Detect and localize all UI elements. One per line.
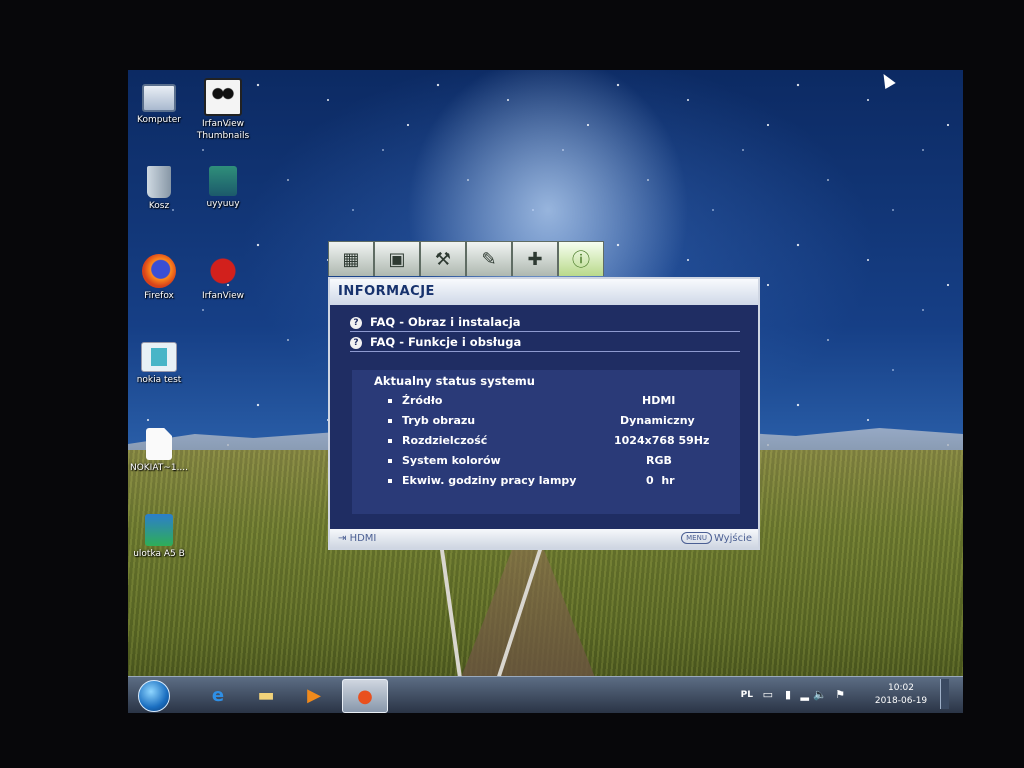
- status-value: Dynamiczny: [620, 414, 695, 427]
- osd-tab-image[interactable]: ▣: [374, 241, 420, 276]
- internet-explorer-icon: e: [211, 684, 225, 706]
- media-player-icon: ▶: [307, 684, 321, 706]
- image-tab-icon: ▣: [388, 248, 406, 270]
- info-tab-icon: ⓘ: [572, 250, 590, 271]
- desktop-icon-label: nokia test: [136, 375, 182, 385]
- desktop-icon-irfanview[interactable]: IrfanView: [190, 254, 256, 302]
- clock-date: 2018-06-19: [874, 696, 928, 706]
- status-row: Źródło HDMI: [388, 392, 738, 410]
- winrar-archive-icon: [209, 166, 237, 196]
- osd-tab-setup[interactable]: ⚒: [420, 241, 466, 276]
- faq-item-functions[interactable]: ? FAQ - Funkcje i obsługa: [350, 333, 740, 352]
- image-file-icon: [141, 342, 177, 372]
- document-file-icon: [145, 514, 173, 546]
- osd-exit-button[interactable]: MENU Wyjście: [681, 529, 752, 548]
- desktop-icon-irfanview-thumbnails[interactable]: IrfanView Thumbnails: [190, 78, 256, 142]
- irfanview-icon: [206, 254, 240, 288]
- input-source-icon: ⇥: [338, 533, 347, 544]
- bullet-icon: [388, 479, 392, 483]
- desktop-icon-label: IrfanView Thumbnails: [196, 119, 250, 141]
- picture-tab-icon: ▦: [342, 248, 360, 270]
- desktop-icon-uyyuuy[interactable]: uyyuuy: [190, 166, 256, 210]
- menu-key-icon: MENU: [681, 532, 712, 544]
- desktop-icon-label: Kosz: [148, 201, 170, 211]
- osd-source: ⇥ HDMI: [338, 529, 376, 548]
- settings-tab-icon: ✎: [481, 248, 497, 270]
- desktop-icon-ulotka[interactable]: ulotka A5 B: [126, 514, 192, 560]
- osd-tab-info[interactable]: ⓘ: [558, 241, 604, 276]
- status-label: Rozdzielczość: [402, 434, 488, 447]
- status-label: Ekwiw. godziny pracy lampy: [402, 474, 577, 487]
- firefox-icon: ●: [357, 685, 373, 707]
- desktop-icon-label: IrfanView: [201, 291, 245, 301]
- battery-icon[interactable]: ▮: [785, 688, 791, 701]
- setup-tab-icon: ⚒: [434, 248, 452, 270]
- desktop-icon-label: ulotka A5 B: [133, 549, 185, 559]
- status-value: 0 hr: [646, 474, 675, 487]
- desktop-icon-nokia-test[interactable]: nokia test: [126, 342, 192, 386]
- status-value: RGB: [646, 454, 672, 467]
- status-value: HDMI: [642, 394, 676, 407]
- show-desktop-button[interactable]: [940, 679, 949, 709]
- question-icon: ?: [350, 316, 362, 329]
- osd-footer: ⇥ HDMI MENU Wyjście: [330, 529, 758, 548]
- action-center-flag-icon[interactable]: ⚑: [835, 688, 845, 701]
- desktop-icon-kosz[interactable]: Kosz: [126, 166, 192, 212]
- network-signal-icon[interactable]: ▂: [801, 688, 809, 701]
- projector-osd-menu: INFORMACJE ? FAQ - Obraz i instalacja ? FA…: [328, 277, 760, 550]
- status-row: Tryb obrazu Dynamiczny: [388, 412, 738, 430]
- desktop-icon-firefox[interactable]: Firefox: [126, 254, 192, 302]
- desktop-icon-label: uyyuuy: [206, 199, 240, 209]
- blank-file-icon: [146, 428, 172, 460]
- osd-exit-label: Wyjście: [713, 533, 752, 544]
- faq-label: FAQ - Obraz i instalacja: [370, 315, 521, 329]
- desktop-icon-label: NOKIAT~1....: [129, 463, 189, 473]
- bullet-icon: [388, 439, 392, 443]
- irfanview-thumbnails-icon: [204, 78, 242, 116]
- recycle-bin-icon: [147, 166, 171, 198]
- bullet-icon: [388, 419, 392, 423]
- desktop-icon-nokiat[interactable]: NOKIAT~1....: [126, 428, 192, 474]
- status-row: Ekwiw. godziny pracy lampy 0 hr: [388, 472, 738, 490]
- language-indicator[interactable]: PL: [741, 690, 753, 700]
- desktop-icon-label: Firefox: [144, 291, 174, 301]
- desktop-icon-komputer[interactable]: Komputer: [126, 78, 192, 126]
- faq-item-picture[interactable]: ? FAQ - Obraz i instalacja: [350, 313, 740, 332]
- taskbar: e ▬ ▶ ● PL ▭ ▮ ▂ 🔈 ⚑ 10:02 2018-06-19: [128, 676, 963, 713]
- taskbar-internet-explorer[interactable]: e: [196, 679, 240, 711]
- computer-icon: [142, 84, 176, 112]
- desktop-icon-label: Komputer: [137, 115, 181, 125]
- firefox-icon: [142, 254, 176, 288]
- question-icon: ?: [350, 336, 362, 349]
- system-tray: PL ▭ ▮ ▂ 🔈 ⚑ 10:02 2018-06-19: [719, 677, 949, 713]
- taskbar-explorer[interactable]: ▬: [244, 679, 288, 711]
- taskbar-firefox[interactable]: ●: [342, 679, 388, 713]
- clock-time: 10:02: [888, 683, 914, 693]
- osd-tab-advanced[interactable]: ✚: [512, 241, 558, 276]
- status-label: System kolorów: [402, 454, 501, 467]
- status-label: Źródło: [402, 394, 443, 407]
- status-row: Rozdzielczość 1024x768 59Hz: [388, 432, 738, 450]
- volume-icon[interactable]: 🔈: [813, 688, 827, 701]
- bullet-icon: [388, 399, 392, 403]
- osd-tab-picture[interactable]: ▦: [328, 241, 374, 276]
- bullet-icon: [388, 459, 392, 463]
- start-button[interactable]: [138, 680, 170, 712]
- system-status-panel: Aktualny status systemu Źródło HDMI Tryb…: [352, 370, 740, 514]
- faq-label: FAQ - Funkcje i obsługa: [370, 335, 522, 349]
- osd-source-label: HDMI: [349, 533, 377, 544]
- advanced-tab-icon: ✚: [527, 248, 543, 270]
- status-label: Tryb obrazu: [402, 414, 476, 427]
- osd-tab-settings[interactable]: ✎: [466, 241, 512, 276]
- osd-title: INFORMACJE: [330, 279, 758, 305]
- keyboard-icon[interactable]: ▭: [763, 688, 773, 701]
- status-row: System kolorów RGB: [388, 452, 738, 470]
- explorer-icon: ▬: [257, 684, 275, 706]
- clock[interactable]: 10:02 2018-06-19: [871, 682, 931, 708]
- taskbar-media-player[interactable]: ▶: [292, 679, 336, 711]
- status-title: Aktualny status systemu: [374, 374, 535, 388]
- status-value: 1024x768 59Hz: [614, 434, 710, 447]
